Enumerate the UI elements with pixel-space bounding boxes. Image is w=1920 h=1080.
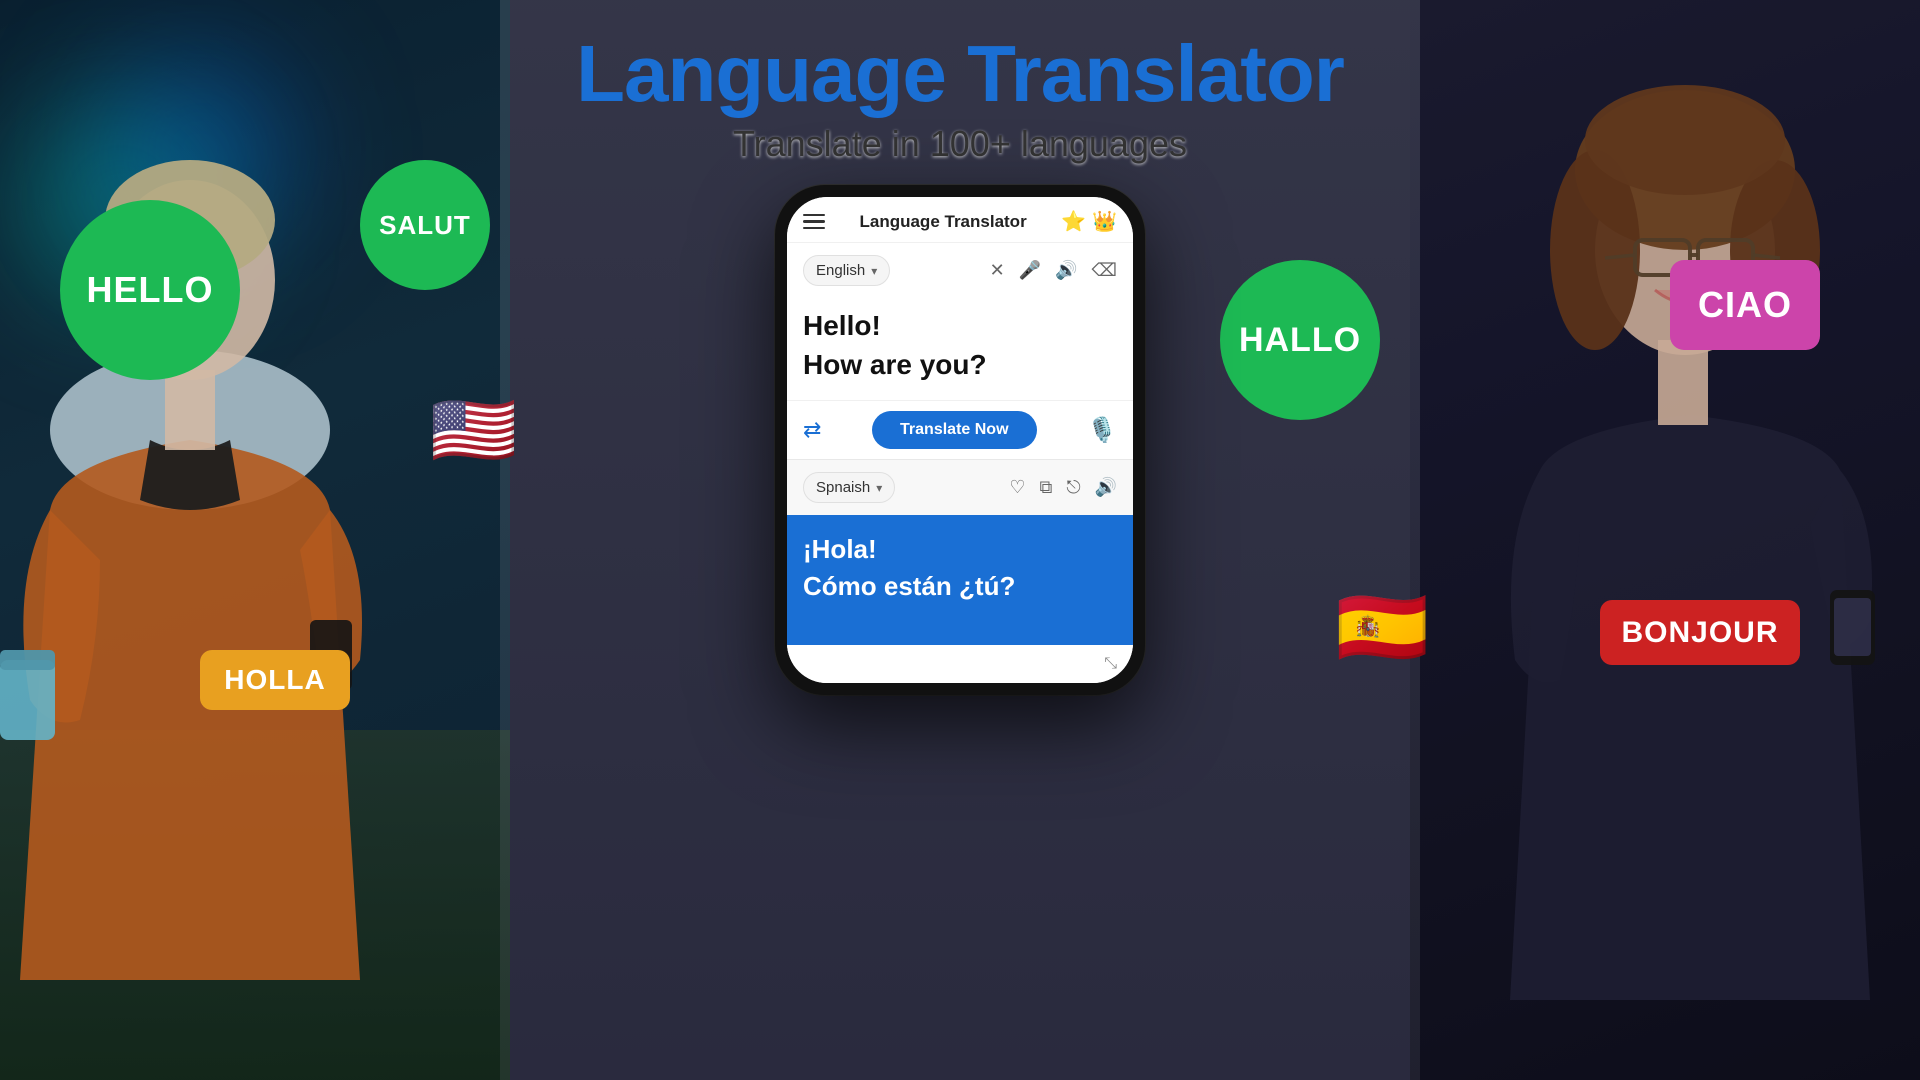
source-lang-dropdown[interactable]: English ▾ [803,255,890,286]
source-mic-icon[interactable]: 🎤 [1019,260,1041,281]
output-line1: ¡Hola! [803,534,877,564]
header: Language Translator Translate in 100+ la… [576,0,1344,165]
target-dropdown-arrow: ▾ [876,481,882,495]
source-text: Hello! How are you? [803,306,1117,384]
flag-us: 🇺🇸 [430,390,530,470]
translate-button[interactable]: Translate Now [872,411,1036,449]
source-dropdown-arrow: ▾ [871,264,877,278]
target-ctrl-icons: ♡ ⧉ ⎋ 🔊 [1009,477,1117,498]
source-line2: How are you? [803,349,987,380]
bubble-holla-text: HOLLA [224,664,325,696]
target-share-icon[interactable]: ⎋ [1066,477,1080,498]
bubble-holla: HOLLA [200,650,350,710]
target-speaker-icon[interactable]: 🔊 [1095,477,1117,498]
menu-line-1 [803,214,825,217]
es-flag-emoji: 🇪🇸 [1336,584,1429,672]
middle-controls: ⇄ Translate Now 🎙️ [787,400,1133,459]
phone-screen: Language Translator ⭐ 👑 English ▾ [787,197,1133,683]
bubble-hello-text: HELLO [87,269,214,311]
bubble-hello: HELLO [60,200,240,380]
flag-es: 🇪🇸 [1335,580,1430,675]
target-lang-dropdown[interactable]: Spnaish ▾ [803,472,895,503]
bubble-hallo-text: HALLO [1239,321,1361,360]
translate-mic-icon[interactable]: 🎙️ [1087,416,1117,445]
phone-app-title: Language Translator [859,212,1026,232]
target-lang-section: Spnaish ▾ ♡ ⧉ ⎋ 🔊 [787,459,1133,515]
menu-line-2 [803,220,825,223]
bubble-salut-text: SALUT [379,210,471,241]
phone-mockup: Language Translator ⭐ 👑 English ▾ [775,185,1145,695]
source-ctrl-icons: ✕ 🎤 🔊 ⌫ [990,260,1117,281]
swap-icon[interactable]: ⇄ [803,417,821,443]
star-icon: ⭐ [1061,209,1086,234]
source-speaker-icon[interactable]: 🔊 [1055,260,1077,281]
bubble-ciao: CIAO [1670,260,1820,350]
phone-header-icons: ⭐ 👑 [1061,209,1117,234]
bubble-salut: SALUT [360,160,490,290]
source-text-area[interactable]: Hello! How are you? [787,298,1133,400]
app-title: Language Translator [576,30,1344,118]
us-flag-emoji: 🇺🇸 [430,391,517,469]
target-lang-name: Spnaish [816,479,870,496]
phone-app-header: Language Translator ⭐ 👑 [787,197,1133,243]
output-text: ¡Hola! Cómo están ¿tú? [803,531,1117,604]
target-copy-icon[interactable]: ⧉ [1039,477,1052,498]
crown-icon: 👑 [1092,209,1117,234]
source-lang-name: English [816,262,865,279]
phone-outer-frame: Language Translator ⭐ 👑 English ▾ [775,185,1145,695]
bubble-bonjour: BONJOUR [1600,600,1800,665]
bubble-bonjour-text: BONJOUR [1621,616,1778,650]
target-heart-icon[interactable]: ♡ [1009,477,1025,498]
bubble-hallo: HALLO [1220,260,1380,420]
source-lang-section: English ▾ ✕ 🎤 🔊 ⌫ [787,243,1133,298]
expand-icon[interactable]: ⤡ [1104,655,1117,673]
source-delete-icon[interactable]: ⌫ [1092,260,1117,281]
output-line2: Cómo están ¿tú? [803,571,1015,601]
menu-line-3 [803,227,825,230]
clear-icon[interactable]: ✕ [990,260,1005,281]
menu-icon[interactable] [803,214,825,230]
app-subtitle: Translate in 100+ languages [576,123,1344,165]
output-area[interactable]: ¡Hola! Cómo están ¿tú? [787,515,1133,645]
source-line1: Hello! [803,310,881,341]
bubble-ciao-text: CIAO [1698,284,1792,326]
phone-bottom-bar: ⤡ [787,645,1133,683]
